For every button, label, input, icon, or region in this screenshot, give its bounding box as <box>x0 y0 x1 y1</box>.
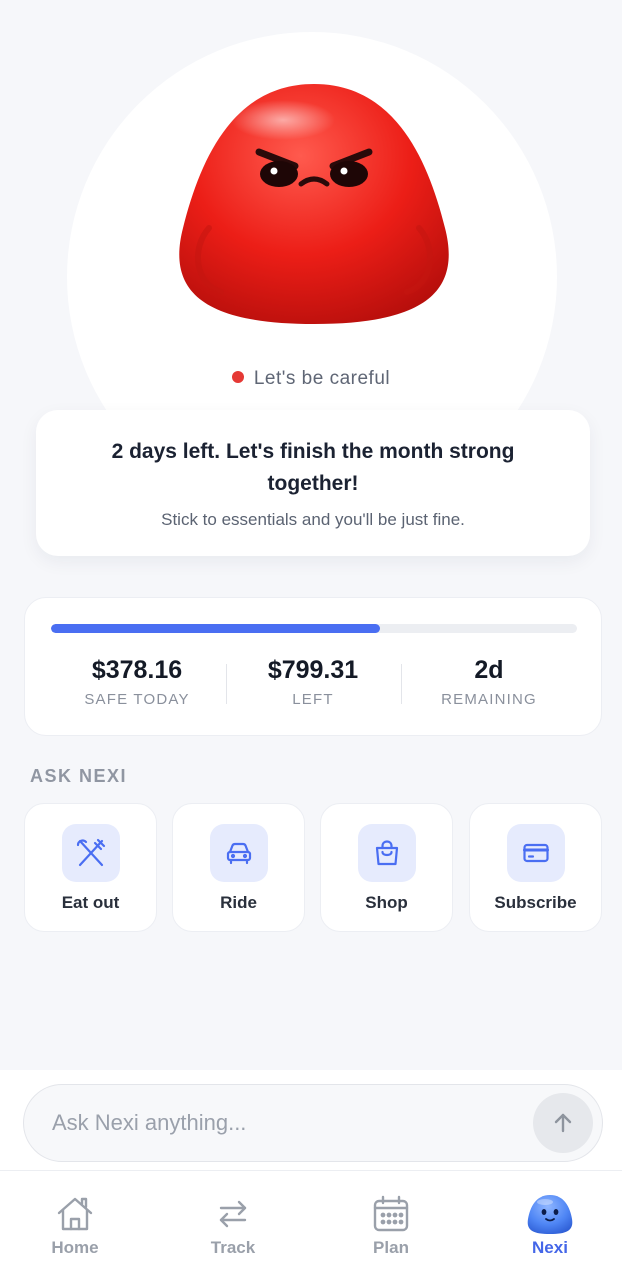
quick-action-label: Shop <box>365 893 408 912</box>
stat-safe-today: $378.16 SAFE TODAY <box>49 656 225 708</box>
quick-action-subscribe[interactable]: Subscribe <box>469 803 602 932</box>
mood-status-text: Let's be careful <box>253 368 391 389</box>
tab-plan[interactable]: Plan <box>341 1195 441 1258</box>
quick-action-shop[interactable]: Shop <box>320 803 453 932</box>
stat-label: REMAINING <box>441 691 537 708</box>
calendar-icon <box>341 1195 441 1233</box>
stat-value: $378.16 <box>91 656 183 684</box>
stat-value: 2d <box>474 656 504 684</box>
bottom-tab-bar: Home Track Plan Nexi <box>0 1170 622 1272</box>
stat-label: LEFT <box>292 691 334 708</box>
fork-knife-icon <box>62 824 120 882</box>
message-title: 2 days left. Let's finish the month stro… <box>111 440 515 495</box>
quick-action-ride[interactable]: Ride <box>172 803 305 932</box>
budget-progress-fill <box>51 624 380 633</box>
tab-nexi[interactable]: Nexi <box>500 1195 600 1258</box>
quick-action-label: Subscribe <box>494 893 577 912</box>
tab-label: Plan <box>373 1238 409 1257</box>
tab-label: Nexi <box>532 1238 568 1257</box>
stat-left: $799.31 LEFT <box>225 656 401 708</box>
angry-mascot-icon <box>179 84 449 324</box>
tab-home[interactable]: Home <box>25 1195 125 1258</box>
stat-label: SAFE TODAY <box>84 691 190 708</box>
quick-action-label: Eat out <box>61 893 120 912</box>
ask-nexi-heading: ASK NEXI <box>30 766 128 786</box>
status-dot <box>231 371 244 383</box>
tab-label: Home <box>51 1238 99 1257</box>
message-bubble: 2 days left. Let's finish the month stro… <box>36 410 590 556</box>
tab-label: Track <box>210 1238 256 1257</box>
composer-area <box>0 1070 622 1170</box>
mood-status: Let's be careful <box>0 368 622 390</box>
stat-remaining: 2d REMAINING <box>401 656 577 708</box>
nexi-screen: Let's be careful 2 days left. Let's fini… <box>0 0 622 1272</box>
credit-card-icon <box>507 824 565 882</box>
ask-nexi-composer <box>23 1084 603 1162</box>
home-icon <box>25 1195 125 1233</box>
quick-action-label: Ride <box>220 893 257 912</box>
ask-nexi-input[interactable] <box>52 1085 522 1161</box>
message-subtitle: Stick to essentials and you'll be just f… <box>161 510 465 529</box>
budget-progress-track <box>51 624 577 633</box>
tab-track[interactable]: Track <box>183 1195 283 1258</box>
send-button[interactable] <box>533 1093 593 1153</box>
shopping-bag-icon <box>358 824 416 882</box>
arrow-up-icon <box>554 1113 572 1133</box>
budget-summary-card: $378.16 SAFE TODAY $799.31 LEFT 2d REMAI… <box>24 597 602 736</box>
quick-action-eat-out[interactable]: Eat out <box>24 803 157 932</box>
nexi-mascot-icon <box>500 1195 600 1234</box>
car-icon <box>210 824 268 882</box>
transfer-arrows-icon <box>183 1195 283 1233</box>
stat-value: $799.31 <box>267 656 359 684</box>
